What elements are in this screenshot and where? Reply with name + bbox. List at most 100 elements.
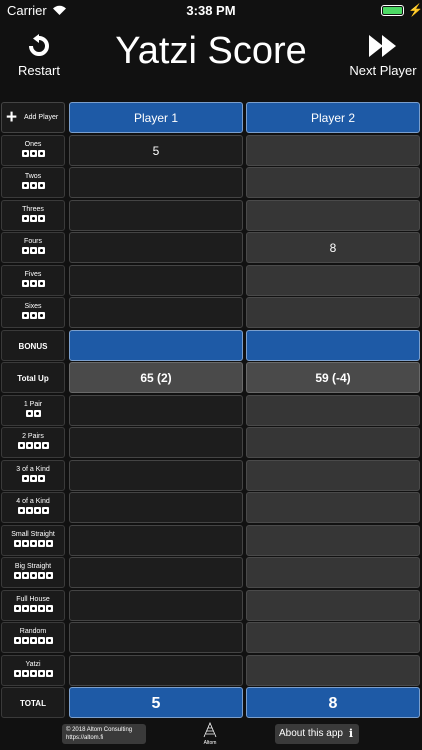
score-cell-player-2[interactable]: 8 xyxy=(246,687,420,718)
score-cell-player-1[interactable] xyxy=(69,394,243,426)
clock: 3:38 PM xyxy=(186,3,236,18)
next-player-button[interactable]: Next Player xyxy=(348,34,418,78)
score-cell-player-2[interactable] xyxy=(246,427,420,458)
die-icon xyxy=(25,442,33,449)
score-cell-player-1[interactable] xyxy=(69,589,243,621)
die-icon xyxy=(13,637,21,644)
restart-button[interactable]: Restart xyxy=(14,34,64,78)
die-icon xyxy=(37,182,45,189)
die-icon xyxy=(29,182,37,189)
row-label: Small Straight xyxy=(1,524,65,556)
die-icon xyxy=(25,409,33,417)
score-cell-player-2[interactable] xyxy=(246,557,420,588)
row-label-text: BONUS xyxy=(18,341,48,351)
score-row: Sixes xyxy=(0,297,422,328)
score-cell-player-2[interactable] xyxy=(246,199,420,231)
die-icon xyxy=(29,149,37,157)
add-player-button[interactable]: + Add Player xyxy=(1,102,65,133)
die-icon xyxy=(29,474,37,482)
die-icon xyxy=(45,539,53,547)
score-cell-player-1[interactable] xyxy=(69,232,243,263)
charging-icon: ⚡ xyxy=(408,3,422,17)
row-label-text: 2 Pairs xyxy=(22,433,44,440)
copyright-box[interactable]: © 2018 Altom Consulting https://altom.fi xyxy=(62,724,146,744)
score-cell-player-2[interactable]: 8 xyxy=(246,232,420,263)
dice-icons xyxy=(2,442,64,449)
score-cell-player-1[interactable] xyxy=(69,654,243,686)
about-button[interactable]: About this app i xyxy=(275,724,359,744)
logo-icon xyxy=(203,721,217,738)
row-label: 3 of a Kind xyxy=(1,459,65,491)
die-icon xyxy=(29,312,37,319)
die-icon xyxy=(13,539,21,547)
score-cell-player-1[interactable] xyxy=(69,622,243,653)
score-cell-player-2[interactable] xyxy=(246,297,420,328)
score-cell-player-1[interactable] xyxy=(69,492,243,523)
score-cell-player-2[interactable] xyxy=(246,264,420,296)
website-link[interactable]: https://altom.fi xyxy=(66,734,142,742)
score-cell-player-2[interactable] xyxy=(246,134,420,166)
row-label-text: Full House xyxy=(16,595,50,603)
die-icon xyxy=(33,442,41,449)
score-cell-player-2[interactable] xyxy=(246,459,420,491)
score-cell-player-2[interactable] xyxy=(246,492,420,523)
die-icon xyxy=(21,214,29,222)
score-row: Ones 5 xyxy=(0,134,422,166)
score-cell-player-2[interactable] xyxy=(246,622,420,653)
score-cell-player-2[interactable]: 59 (-4) xyxy=(246,362,420,393)
score-cell-player-1[interactable] xyxy=(69,427,243,458)
die-icon xyxy=(41,507,49,514)
row-label-text: Total Up xyxy=(17,374,49,383)
player-1-header[interactable]: Player 1 xyxy=(69,102,243,133)
score-cell-player-2[interactable] xyxy=(246,394,420,426)
row-label-text: Twos xyxy=(24,173,42,180)
die-icon xyxy=(21,669,29,677)
row-label: Fives xyxy=(1,264,65,296)
score-row: 1 Pair xyxy=(0,394,422,426)
die-icon xyxy=(37,572,45,579)
dice-icons xyxy=(2,474,64,482)
die-icon xyxy=(37,149,45,157)
score-cell-player-1[interactable] xyxy=(69,297,243,328)
score-cell-player-1[interactable] xyxy=(69,199,243,231)
score-cell-player-2[interactable] xyxy=(246,524,420,556)
die-icon xyxy=(29,214,37,222)
dice-icons xyxy=(2,604,64,612)
score-row: 4 of a Kind xyxy=(0,492,422,523)
player-2-header[interactable]: Player 2 xyxy=(246,102,420,133)
score-cell-player-1[interactable] xyxy=(69,557,243,588)
die-icon xyxy=(33,409,41,417)
die-icon xyxy=(45,604,53,612)
score-cell-player-2[interactable] xyxy=(246,167,420,198)
die-icon xyxy=(37,247,45,254)
die-icon xyxy=(37,474,45,482)
next-player-label: Next Player xyxy=(349,63,417,78)
die-icon xyxy=(37,214,45,222)
page-title: Yatzi Score xyxy=(115,30,307,72)
die-icon xyxy=(29,279,37,287)
die-icon xyxy=(21,149,29,157)
score-row: Full House xyxy=(0,589,422,621)
score-cell-player-1[interactable] xyxy=(69,329,243,361)
score-cell-player-1[interactable]: 5 xyxy=(69,687,243,718)
die-icon xyxy=(21,312,29,319)
score-cell-player-1[interactable] xyxy=(69,459,243,491)
score-cell-player-1[interactable]: 5 xyxy=(69,134,243,166)
logo-label: Altom xyxy=(203,740,217,746)
row-label-text: 1 Pair xyxy=(23,400,43,408)
score-row: Fours 8 xyxy=(0,232,422,263)
row-label-text: Sixes xyxy=(24,303,42,310)
score-cell-player-2[interactable] xyxy=(246,329,420,361)
dice-icons xyxy=(2,539,64,547)
restart-icon xyxy=(29,34,49,56)
score-cell-player-2[interactable] xyxy=(246,654,420,686)
score-cell-player-2[interactable] xyxy=(246,589,420,621)
score-cell-player-1[interactable] xyxy=(69,524,243,556)
die-icon xyxy=(25,507,33,514)
die-icon xyxy=(21,247,29,254)
score-cell-player-1[interactable] xyxy=(69,264,243,296)
score-cell-player-1[interactable] xyxy=(69,167,243,198)
dice-icons xyxy=(2,507,64,514)
die-icon xyxy=(21,604,29,612)
score-cell-player-1[interactable]: 65 (2) xyxy=(69,362,243,393)
